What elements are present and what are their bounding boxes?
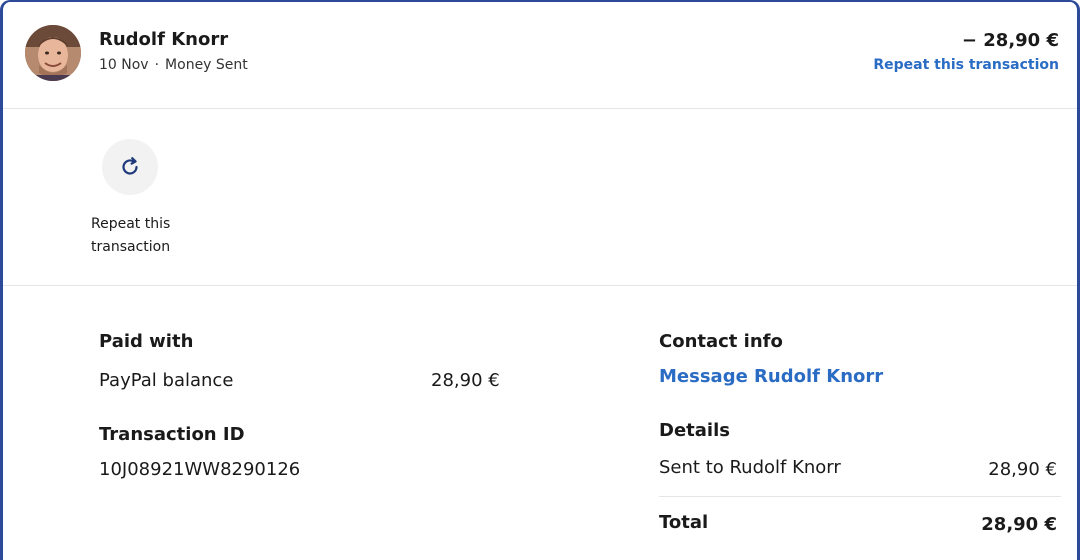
contact-info-heading: Contact info xyxy=(659,331,783,352)
transaction-date: 10 Nov xyxy=(99,57,149,73)
total-amount: 28,90 € xyxy=(981,514,1057,535)
repeat-transaction-label: Repeat this transaction xyxy=(91,213,201,259)
payment-method: PayPal balance xyxy=(99,370,234,391)
repeat-label-line-1: Repeat this xyxy=(91,216,171,232)
details-heading: Details xyxy=(659,420,730,441)
repeat-transaction-link[interactable]: Repeat this transaction xyxy=(873,57,1059,73)
sent-to-amount: 28,90 € xyxy=(988,459,1057,480)
transaction-id-value: 10J08921WW8290126 xyxy=(99,459,301,480)
separator-dot: · xyxy=(154,57,160,73)
avatar-image xyxy=(25,25,81,81)
transaction-amount: − 28,90 € xyxy=(961,30,1059,51)
total-label: Total xyxy=(659,512,709,533)
counterparty-name: Rudolf Knorr xyxy=(99,29,229,50)
details-divider xyxy=(659,496,1061,497)
transaction-details: Paid with PayPal balance 28,90 € Transac… xyxy=(3,286,1077,560)
message-contact-link[interactable]: Message Rudolf Knorr xyxy=(659,366,883,387)
transaction-header: Rudolf Knorr 10 Nov · Money Sent − 28,90 €… xyxy=(3,2,1077,109)
refresh-icon xyxy=(122,157,138,175)
paid-with-heading: Paid with xyxy=(99,331,194,352)
avatar xyxy=(25,25,81,81)
quick-actions: Repeat this transaction xyxy=(3,109,1077,286)
transaction-id-heading: Transaction ID xyxy=(99,424,245,445)
sent-to-label: Sent to Rudolf Knorr xyxy=(659,457,841,478)
transaction-subline: 10 Nov · Money Sent xyxy=(99,57,248,73)
transaction-type: Money Sent xyxy=(165,57,248,73)
transaction-details-panel: Rudolf Knorr 10 Nov · Money Sent − 28,90 €… xyxy=(0,0,1080,560)
repeat-label-line-2: transaction xyxy=(91,239,171,255)
payment-amount: 28,90 € xyxy=(431,370,500,391)
repeat-transaction-button[interactable] xyxy=(102,139,158,195)
